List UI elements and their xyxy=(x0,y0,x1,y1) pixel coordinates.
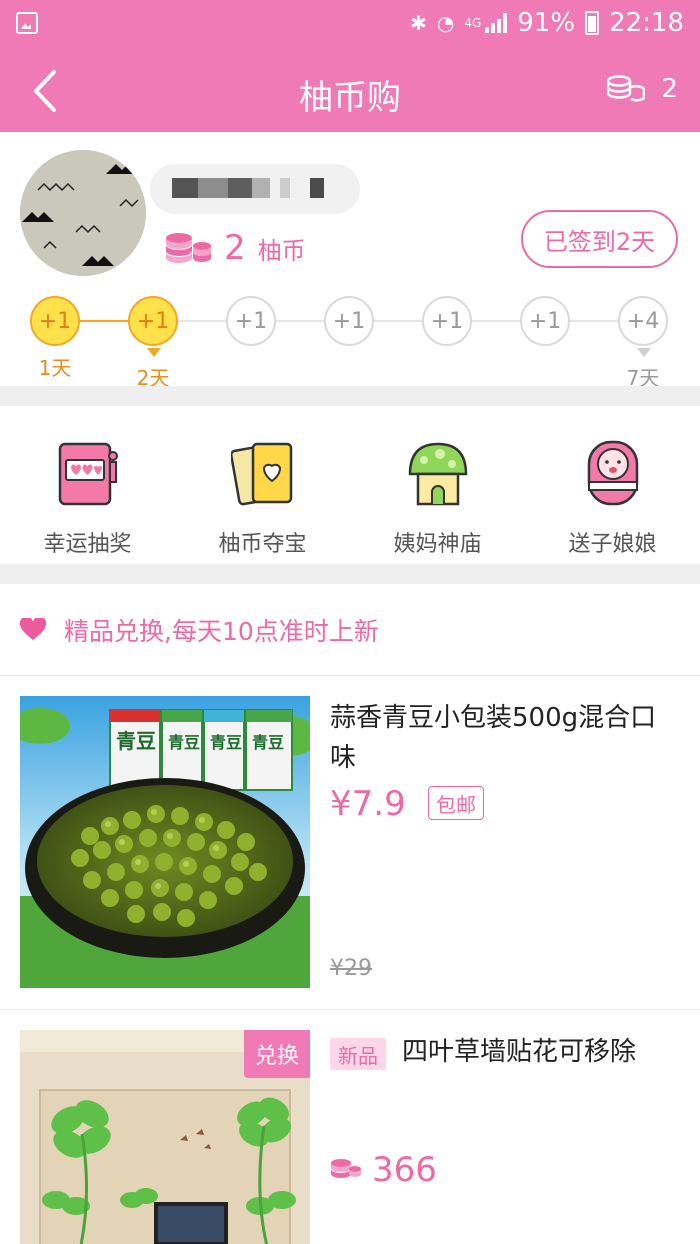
coin-stack-icon xyxy=(331,1159,361,1178)
day-7: +4 7天 xyxy=(618,296,668,390)
day-reward: +1 xyxy=(324,296,374,346)
avatar-pattern xyxy=(20,150,146,276)
day-2: +1 2天 xyxy=(128,296,178,390)
day-4: +1 xyxy=(324,296,374,346)
product-price: ¥7.9 xyxy=(330,784,406,824)
product-title: 蒜香青豆小包装500g混合口味 xyxy=(330,703,657,773)
feature-label: 送子娘娘 xyxy=(568,532,657,557)
heart-icon xyxy=(20,617,46,640)
username-redacted xyxy=(150,164,360,214)
product-card[interactable]: 兑换 新品 四叶草墙贴花可移除 366 xyxy=(0,1010,700,1244)
goal-marker-icon xyxy=(637,348,651,357)
baby-icon xyxy=(587,440,638,506)
network-type: 4G xyxy=(464,16,482,30)
nav-coin-balance[interactable]: 2 xyxy=(607,74,678,104)
day-reward: +4 xyxy=(618,296,668,346)
gallery-notification-icon xyxy=(16,12,38,34)
coin-count: 2 xyxy=(224,228,246,268)
feature-baby-goddess[interactable]: 送子娘娘 xyxy=(525,406,700,564)
avatar[interactable] xyxy=(20,150,146,276)
wifi-icon: ◔ xyxy=(436,11,455,35)
product-image[interactable]: 青豆 青豆 青豆 青豆 xyxy=(20,696,310,988)
day-reward: +1 xyxy=(128,296,178,346)
feature-label: 柚币夺宝 xyxy=(218,532,307,557)
day-3: +1 xyxy=(226,296,276,346)
feature-label: 姨妈神庙 xyxy=(393,532,482,557)
day-reward: +1 xyxy=(30,296,80,346)
page-title: 柚币购 xyxy=(299,78,401,118)
product-title: 四叶草墙贴花可移除 xyxy=(402,1037,637,1067)
signal-icon xyxy=(485,13,508,33)
original-price: ¥29 xyxy=(330,956,372,981)
product-image[interactable]: 兑换 xyxy=(20,1030,310,1244)
coin-unit: 柚币 xyxy=(257,236,306,265)
section-divider xyxy=(0,564,700,584)
signin-status-button[interactable]: 已签到2天 xyxy=(521,210,678,268)
signin-progress: +1 1天 +1 2天 +1 +1 +1 +1 +4 7天 xyxy=(30,296,670,390)
nav-bar: 柚币购 2 xyxy=(0,50,700,132)
status-indicators: ✱ ◔ 4G 91% 22:18 xyxy=(410,8,684,38)
cards-icon xyxy=(230,442,292,506)
coin-stack-icon xyxy=(607,75,646,102)
day-reward: +1 xyxy=(422,296,472,346)
coin-stack-icon xyxy=(166,233,211,263)
day-5: +1 xyxy=(422,296,472,346)
day-label: 1天 xyxy=(38,356,72,380)
feature-coin-treasure[interactable]: 柚币夺宝 xyxy=(175,406,350,564)
temple-icon xyxy=(408,442,467,506)
day-1: +1 1天 xyxy=(30,296,80,380)
package-label: 青豆 xyxy=(252,733,284,752)
coin-balance: 2 柚币 xyxy=(164,228,306,268)
package-label: 青豆 xyxy=(168,733,200,752)
feature-lucky-draw[interactable]: 幸运抽奖 xyxy=(0,406,175,564)
coin-price-value: 366 xyxy=(372,1150,437,1190)
day-reward: +1 xyxy=(520,296,570,346)
new-tag: 新品 xyxy=(330,1038,386,1070)
status-bar: ✱ ◔ 4G 91% 22:18 xyxy=(0,0,700,50)
day-6: +1 xyxy=(520,296,570,346)
today-marker-icon xyxy=(147,348,161,357)
feature-label: 幸运抽奖 xyxy=(43,532,132,557)
battery-icon xyxy=(585,11,600,35)
battery-percent: 91% xyxy=(517,8,576,38)
nav-coin-count: 2 xyxy=(661,74,678,104)
coin-price: 366 xyxy=(330,1150,437,1190)
slot-machine-icon xyxy=(58,442,118,506)
green-peas-photo: 青豆 青豆 青豆 青豆 xyxy=(20,696,310,988)
day-reward: +1 xyxy=(226,296,276,346)
feature-temple[interactable]: 姨妈神庙 xyxy=(350,406,525,564)
section-divider xyxy=(0,386,700,406)
bluetooth-icon: ✱ xyxy=(410,11,427,35)
profile-card: 2 柚币 已签到2天 +1 1天 +1 2天 +1 +1 +1 +1 +4 7天 xyxy=(0,132,700,390)
exchange-badge: 兑换 xyxy=(244,1030,310,1078)
clock: 22:18 xyxy=(609,8,684,38)
feature-grid: 幸运抽奖 柚币夺宝 姨妈神庙 送子娘娘 xyxy=(0,406,700,564)
package-label: 青豆 xyxy=(210,733,242,752)
package-label: 青豆 xyxy=(116,729,156,753)
section-header: 精品兑换,每天10点准时上新 xyxy=(0,584,700,676)
free-shipping-tag: 包邮 xyxy=(428,786,484,820)
section-header-text: 精品兑换,每天10点准时上新 xyxy=(64,616,379,646)
product-card[interactable]: 青豆 青豆 青豆 青豆 蒜香青豆小包装500g混合口味 ¥7.9 包邮 ¥29 xyxy=(0,676,700,1010)
